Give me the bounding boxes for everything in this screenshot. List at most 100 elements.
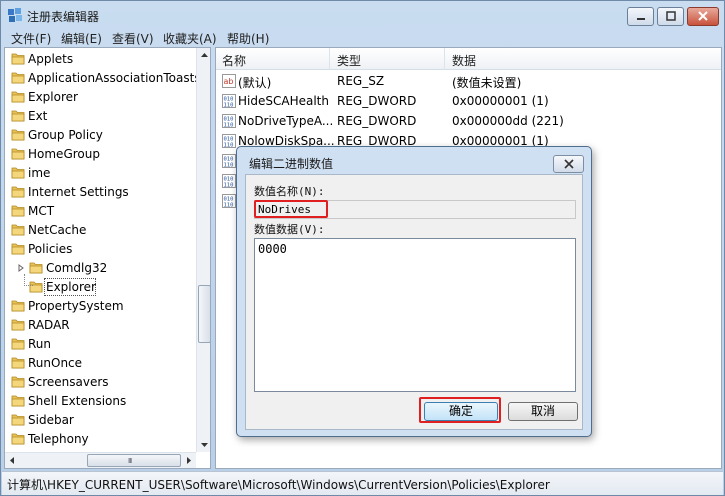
value-data: (数值未设置) [452, 76, 522, 90]
tree-vertical-thumb[interactable] [198, 285, 210, 343]
folder-icon [11, 52, 25, 65]
tree-item[interactable]: Explorer [11, 88, 193, 107]
tree-item[interactable]: Internet Settings [11, 183, 193, 202]
binary-value-icon: 010 110 [222, 94, 236, 109]
tree-item[interactable]: RADAR [11, 316, 193, 335]
scroll-up-icon[interactable] [197, 48, 211, 63]
value-name: (默认) [238, 76, 272, 90]
scroll-left-icon[interactable] [5, 453, 20, 468]
tree-item-label: Policies [28, 242, 73, 256]
svg-text:110: 110 [224, 163, 234, 169]
tree-item-label: Group Policy [28, 128, 103, 142]
menu-view[interactable]: 查看(V) [112, 30, 154, 47]
tree-item[interactable]: Policies [11, 240, 193, 259]
tree-item-label: Comdlg32 [46, 261, 108, 275]
tree-item[interactable]: PropertySystem [11, 297, 193, 316]
tree-horizontal-thumb[interactable]: III [87, 454, 181, 467]
value-name: HideSCAHealth [238, 94, 329, 108]
dialog-close-button[interactable] [553, 155, 584, 173]
tree-item[interactable]: Sidebar [11, 411, 193, 430]
folder-icon [11, 109, 25, 122]
tree-item[interactable]: Applets [11, 50, 193, 69]
value-name-label: 数值名称(N): [254, 185, 325, 198]
edit-binary-value-dialog: 编辑二进制数值 数值名称(N): NoDrives 数值数据(V): 0000 … [236, 146, 592, 437]
value-type: REG_SZ [337, 74, 385, 88]
value-name-highlight [254, 200, 328, 218]
tree-item-label: Run [28, 337, 52, 351]
svg-text:ab: ab [224, 77, 234, 86]
tree-item-label: Explorer [28, 90, 78, 104]
menu-favorites[interactable]: 收藏夹(A) [163, 30, 217, 47]
tree-item-label: Telephony [28, 432, 89, 446]
menu-file[interactable]: 文件(F) [11, 30, 51, 47]
tree-item[interactable]: HomeGroup [11, 145, 193, 164]
dialog-title: 编辑二进制数值 [249, 157, 334, 171]
value-data-label: 数值数据(V): [254, 223, 325, 236]
cancel-button[interactable]: 取消 [508, 402, 578, 421]
tree-connector-line [24, 274, 33, 286]
close-icon [698, 11, 708, 21]
tree-item[interactable]: Screensavers [11, 373, 193, 392]
tree-item[interactable]: Explorer [11, 278, 193, 297]
minimize-icon [636, 18, 645, 20]
key-tree[interactable]: Applets ApplicationAssociationToasts Explo… [4, 47, 211, 469]
window-title: 注册表编辑器 [27, 10, 100, 24]
folder-icon [11, 90, 25, 103]
column-header-name[interactable]: 名称 [222, 52, 246, 69]
scroll-down-icon[interactable] [197, 437, 211, 452]
tree-item-label: RADAR [28, 318, 70, 332]
close-button[interactable] [687, 7, 719, 26]
tree-item[interactable]: MCT [11, 202, 193, 221]
tree-item[interactable]: ime [11, 164, 193, 183]
tree-item-label: Sidebar [28, 413, 74, 427]
minimize-button[interactable] [627, 7, 654, 26]
tree-item[interactable]: Group Policy [11, 126, 193, 145]
folder-icon [11, 413, 25, 426]
folder-icon [29, 261, 43, 274]
tree-item[interactable]: Comdlg32 [11, 259, 193, 278]
tree-item[interactable]: RunOnce [11, 354, 193, 373]
value-row[interactable]: ab (默认) REG_SZ (数值未设置) [216, 71, 721, 91]
menu-help[interactable]: 帮助(H) [227, 30, 269, 47]
column-header-type[interactable]: 类型 [337, 52, 361, 69]
folder-icon [11, 432, 25, 445]
tree-item[interactable]: Telephony [11, 430, 193, 449]
tree-item-label: ApplicationAssociationToasts [28, 71, 201, 85]
tree-item-label: MCT [28, 204, 55, 218]
column-divider[interactable] [444, 48, 445, 70]
svg-text:110: 110 [224, 183, 234, 189]
column-divider[interactable] [329, 48, 330, 70]
value-data: 0x00000001 (1) [452, 94, 549, 108]
tree-item-label: Screensavers [28, 375, 109, 389]
binary-value-icon: 010 110 [222, 154, 236, 169]
folder-icon [11, 128, 25, 141]
tree-item[interactable]: Ext [11, 107, 193, 126]
svg-text:110: 110 [224, 123, 234, 129]
status-bar: 计算机\HKEY_CURRENT_USER\Software\Microsoft… [2, 471, 723, 495]
tree-item[interactable]: Shell Extensions [11, 392, 193, 411]
maximize-button[interactable] [657, 7, 684, 26]
dialog-title-bar[interactable]: 编辑二进制数值 [237, 147, 591, 175]
scroll-right-icon[interactable] [181, 453, 196, 468]
tree-vertical-scrollbar[interactable] [196, 48, 211, 452]
value-row[interactable]: 010 110 NoDriveTypeA... REG_DWORD 0x000000dd… [216, 111, 721, 131]
folder-icon [11, 318, 25, 331]
svg-text:110: 110 [224, 143, 234, 149]
column-header-data[interactable]: 数据 [452, 52, 476, 69]
dialog-body: 数值名称(N): NoDrives 数值数据(V): 0000 确定 取消 [245, 174, 583, 430]
tree-item-label: Internet Settings [28, 185, 129, 199]
tree-item[interactable]: ApplicationAssociationToasts [11, 69, 201, 88]
title-bar[interactable]: 注册表编辑器 [1, 1, 724, 29]
value-data-editor[interactable]: 0000 [254, 238, 576, 392]
folder-icon [11, 204, 25, 217]
expand-arrow-icon[interactable] [17, 264, 25, 272]
tree-item[interactable]: Run [11, 335, 193, 354]
value-row[interactable]: 010 110 HideSCAHealth REG_DWORD 0x00000001 (… [216, 91, 721, 111]
tree-horizontal-scrollbar[interactable]: III [5, 452, 196, 468]
tree-item[interactable]: NetCache [11, 221, 193, 240]
menu-edit[interactable]: 编辑(E) [61, 30, 102, 47]
folder-icon [11, 71, 25, 84]
value-data-text: 0000 [258, 242, 287, 256]
folder-icon [11, 166, 25, 179]
tree-item-label: Shell Extensions [28, 394, 127, 408]
